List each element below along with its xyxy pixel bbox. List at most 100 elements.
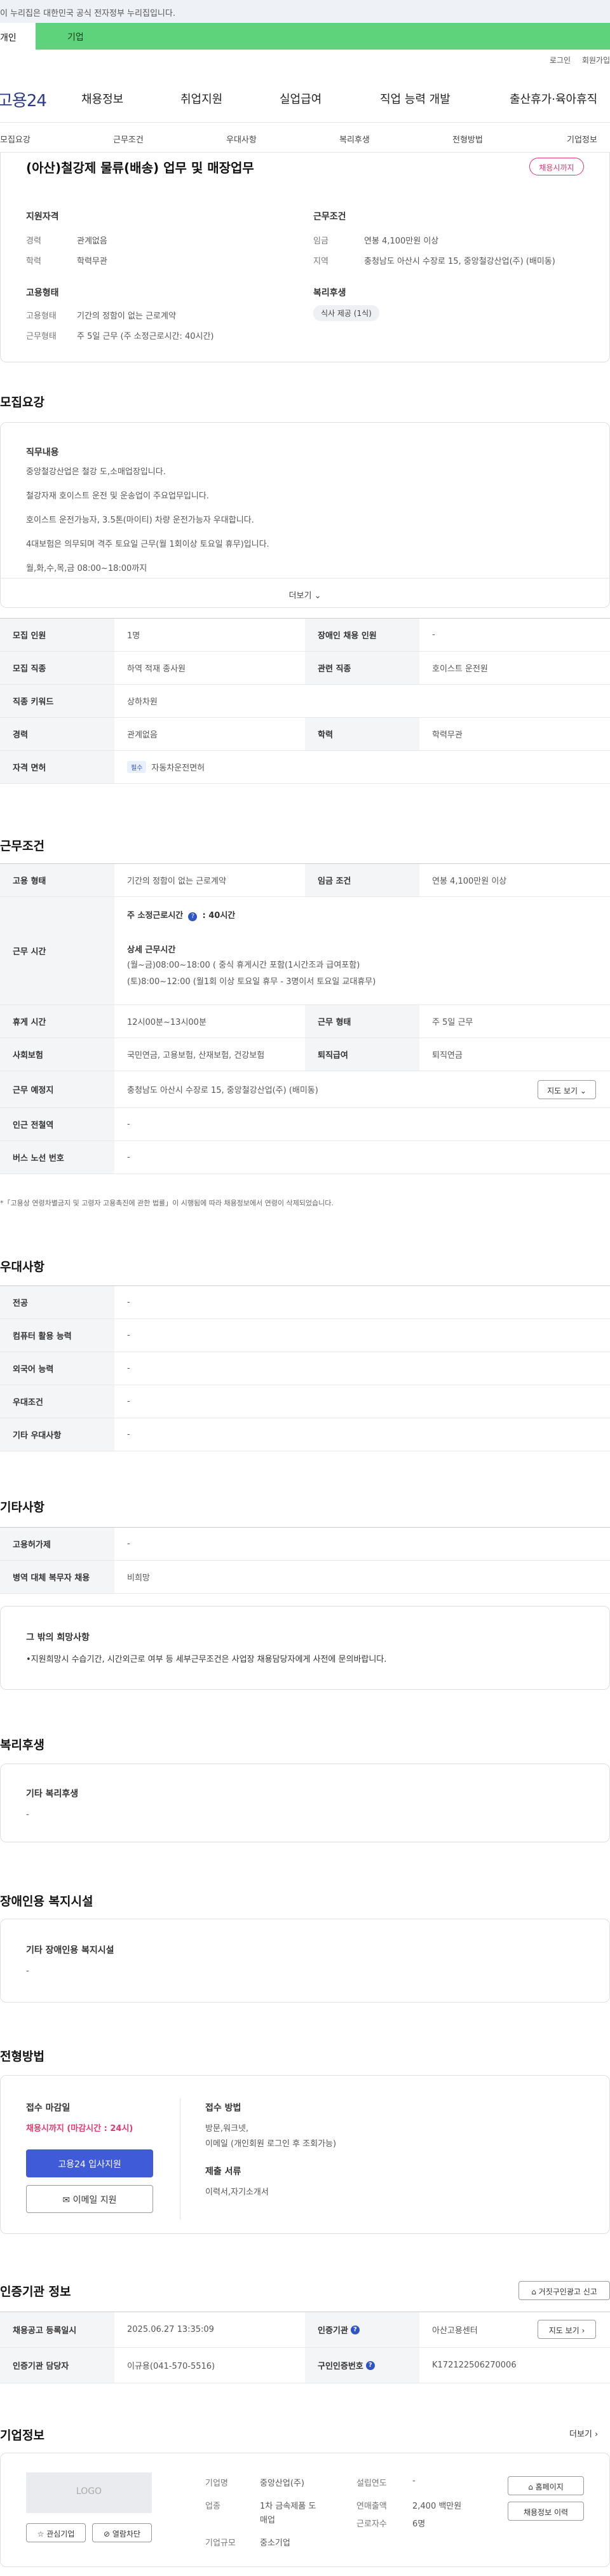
table-row: 채용공고 등록일시 2025.06.27 13:35:09 인증기관 ? 아산고… bbox=[0, 2312, 610, 2348]
hours-detail-title: 상세 근무시간 bbox=[127, 945, 176, 955]
table-row: 고용 형태 기간의 정함이 없는 근로계약 임금 조건 연봉 4,100만원 이… bbox=[0, 864, 610, 897]
tab-process[interactable]: 전형방법 bbox=[452, 133, 483, 145]
nav-training[interactable]: 직업 능력 개발 bbox=[380, 90, 451, 107]
fav-company-button[interactable]: ☆ 관심기업 bbox=[26, 2523, 86, 2542]
cond-region-value: 충청남도 아산시 수장로 15, 중앙철강산업(주) (배미동) bbox=[364, 257, 555, 266]
weekly-hours: 주 소정근로시간 ? : 40시간 bbox=[127, 908, 235, 921]
job-content-title: 직무내용 bbox=[26, 448, 59, 458]
emp-type-key: 고용형태 bbox=[26, 312, 57, 321]
tab-work[interactable]: 근무조건 bbox=[113, 133, 144, 145]
emp-shape-value: 주 5일 근무 (주 소정근로시간: 40시간) bbox=[77, 332, 214, 341]
row-value: 호이스트 운전원 bbox=[432, 664, 488, 674]
table-row: 사회보험 국민연금, 고용보험, 산재보험, 건강보험 퇴직급여 퇴직연금 bbox=[0, 1038, 610, 1071]
chevron-down-icon: ⌄ bbox=[314, 591, 322, 601]
signup-link[interactable]: 회원가입 bbox=[582, 56, 610, 65]
site-logo[interactable]: 고용24 bbox=[0, 88, 47, 111]
row-key: 관련 직종 bbox=[305, 652, 419, 684]
row-value: 하역 적재 종사원 bbox=[127, 664, 186, 674]
agency-map-button[interactable]: 지도 보기 › bbox=[538, 2320, 596, 2339]
table-row: 휴게 시간 12시00분~13시00분 근무 형태 주 5일 근무 bbox=[0, 1005, 610, 1038]
info-icon[interactable]: ? bbox=[365, 2360, 375, 2370]
hope-card: 그 밖의 희망사항 •지원희망시 수습기간, 시간외근로 여부 등 세부근무조건… bbox=[0, 1606, 610, 1690]
history-button[interactable]: 채용정보 이력 bbox=[508, 2502, 584, 2521]
tab-prefer[interactable]: 우대사항 bbox=[226, 133, 257, 145]
gov-banner: 이 누리집은 대한민국 공식 전자정부 누리집입니다. bbox=[0, 0, 610, 23]
disabled-card: 기타 장애인용 복지시설 - bbox=[0, 1919, 610, 2003]
emp-type-value: 기간의 정함이 없는 근로계약 bbox=[77, 312, 176, 321]
section-tabs: 모집요강 근무조건 우대사항 복리후생 전형방법 기업정보 bbox=[0, 122, 610, 153]
tab-company[interactable]: 기업 bbox=[36, 23, 610, 50]
tab-welfare[interactable]: 복리후생 bbox=[339, 133, 370, 145]
row-key: 병역 대체 복무자 채용 bbox=[0, 1561, 114, 1593]
table-row: 직종 키워드 상하차원 bbox=[0, 685, 610, 718]
qual-edu-value: 학력무관 bbox=[77, 257, 107, 266]
row-key: 자격 면허 bbox=[0, 751, 114, 783]
report-label: 거짓구인광고 신고 bbox=[538, 2287, 597, 2296]
row-key: 임금 조건 bbox=[305, 864, 419, 896]
row-key: 고용 형태 bbox=[0, 864, 114, 896]
hope-text: •지원희망시 수습기간, 시간외근로 여부 등 세부근무조건은 사업장 채용담당… bbox=[26, 1655, 387, 1664]
home-icon: ⌂ bbox=[528, 2483, 533, 2491]
map-button-label: 지도 보기 bbox=[548, 2326, 580, 2335]
login-link[interactable]: 로그인 bbox=[550, 56, 571, 65]
row-value: K172122506270006 bbox=[432, 2360, 517, 2370]
table-row: 외국어 능력 - bbox=[0, 1352, 610, 1385]
tab-company-info[interactable]: 기업정보 bbox=[567, 133, 597, 145]
nav-jobs[interactable]: 채용정보 bbox=[81, 90, 123, 107]
company-more-link[interactable]: 더보기 › bbox=[569, 2427, 598, 2439]
report-button[interactable]: ⌂ 거짓구인광고 신고 bbox=[518, 2281, 610, 2300]
table-row: 근무 시간 주 소정근로시간 ? : 40시간 상세 근무시간 (월~금)08:… bbox=[0, 897, 610, 1005]
row-value: 2025.06.27 13:35:09 bbox=[127, 2325, 214, 2334]
summary-card: (아산)철강제 물류(배송) 업무 및 매장업무 채용시까지 지원자격 경력 관… bbox=[0, 153, 610, 362]
row-key: 채용공고 등록일시 bbox=[0, 2312, 114, 2347]
etc-section-title: 기타사항 bbox=[0, 1500, 44, 1514]
row-value: 연봉 4,100만원 이상 bbox=[432, 877, 507, 886]
company-card: LOGO ☆ 관심기업 ⊘ 열람차단 기업명 중앙산업(주) 업종 1차 금속제… bbox=[0, 2453, 610, 2567]
tab-recruit[interactable]: 모집요강 bbox=[0, 133, 30, 145]
cond-wage-value: 연봉 4,100만원 이상 bbox=[364, 236, 439, 246]
star-icon: ☆ bbox=[37, 2530, 44, 2538]
row-value: 필수 자동차운전면허 bbox=[127, 751, 205, 783]
nav-unemployment[interactable]: 실업급여 bbox=[280, 90, 322, 107]
table-row: 기타 우대사항 - bbox=[0, 1418, 610, 1451]
row-value: 비희망 bbox=[127, 1573, 150, 1583]
row-key: 학력 bbox=[305, 718, 419, 750]
top-links: 로그인 회원가입 bbox=[541, 55, 610, 65]
map-button[interactable]: 지도 보기 ⌄ bbox=[538, 1080, 596, 1099]
company-staff-value: 6명 bbox=[412, 2519, 426, 2529]
nav-employment-support[interactable]: 취업지원 bbox=[180, 90, 222, 107]
license-value: 자동차운전면허 bbox=[151, 764, 205, 773]
row-key: 퇴직급여 bbox=[305, 1038, 419, 1071]
row-key: 전공 bbox=[0, 1286, 114, 1319]
row-key: 모집 직종 bbox=[0, 652, 114, 684]
row-value: 아산고용센터 bbox=[432, 2326, 478, 2336]
etc-table: 고용허가제 - 병역 대체 복무자 채용 비희망 bbox=[0, 1527, 610, 1594]
recruit-section-title: 모집요강 bbox=[0, 395, 44, 409]
homepage-button[interactable]: ⌂ 홈페이지 bbox=[508, 2476, 584, 2495]
apply-button[interactable]: 고용24 입사지원 bbox=[26, 2149, 153, 2177]
deadline-value: 채용시까지 (마감시간 : 24시) bbox=[26, 2124, 133, 2134]
row-key: 모집 인원 bbox=[0, 619, 114, 651]
job-title: (아산)철강제 물류(배송) 업무 및 매장업무 bbox=[26, 160, 254, 175]
row-value: 12시00분~13시00분 bbox=[127, 1018, 207, 1027]
row-key: 컴퓨터 활용 능력 bbox=[0, 1319, 114, 1352]
company-founded-key: 설립연도 bbox=[356, 2479, 387, 2488]
row-value: 국민연금, 고용보험, 산재보험, 건강보험 bbox=[127, 1051, 265, 1060]
emp-title: 고용형태 bbox=[26, 288, 59, 298]
row-key: 장애인 채용 인원 bbox=[305, 619, 419, 651]
info-icon[interactable]: ? bbox=[350, 2325, 360, 2334]
row-key: 기타 우대사항 bbox=[0, 1418, 114, 1451]
disabled-section-title: 장애인용 복지시설 bbox=[0, 1894, 93, 1908]
qual-edu-key: 학력 bbox=[26, 257, 41, 266]
email-apply-button[interactable]: ✉ 이메일 지원 bbox=[26, 2185, 153, 2213]
block-button[interactable]: ⊘ 열람차단 bbox=[92, 2523, 152, 2542]
row-value: 주 5일 근무 bbox=[432, 1018, 473, 1027]
tab-personal[interactable]: 개인 bbox=[0, 23, 36, 50]
nav-maternity[interactable]: 출산휴가·육아휴직 bbox=[510, 90, 597, 107]
row-value: - bbox=[432, 630, 435, 640]
row-value: - bbox=[127, 1397, 130, 1406]
more-button[interactable]: 더보기 ⌄ bbox=[1, 578, 609, 608]
company-more-label: 더보기 bbox=[569, 2430, 592, 2439]
welfare-section-title: 복리후생 bbox=[0, 1738, 44, 1752]
info-icon[interactable]: ? bbox=[188, 912, 198, 921]
